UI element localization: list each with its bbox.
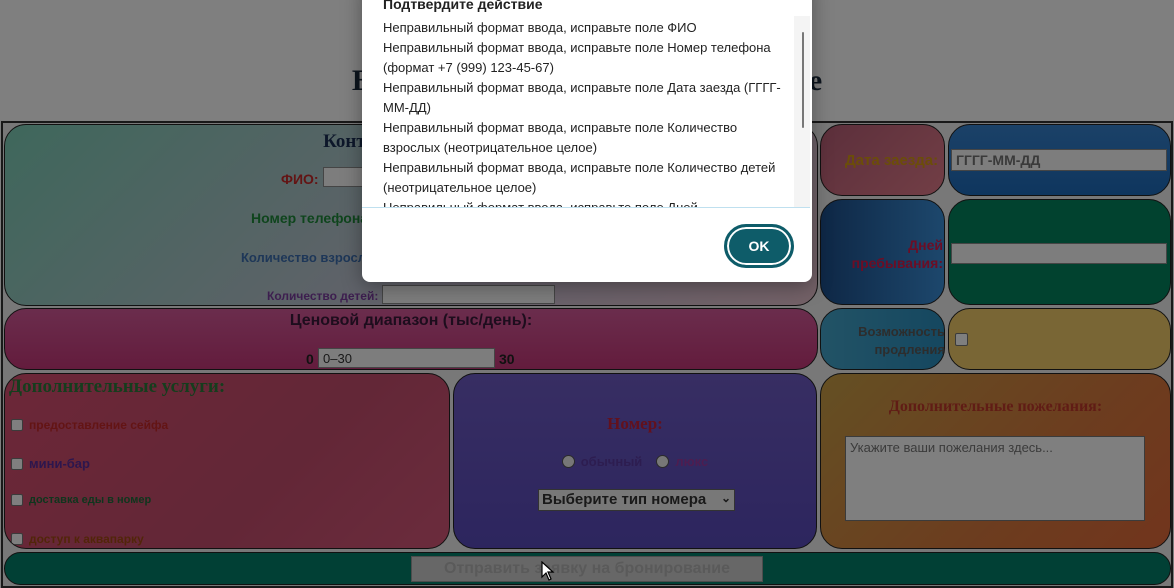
- dialog-message: Неправильный формат ввода, исправьте пол…: [383, 20, 697, 35]
- confirm-dialog: Подтвердите действие Неправильный формат…: [362, 0, 812, 282]
- dialog-message: Неправильный формат ввода, исправьте пол…: [383, 80, 781, 115]
- dialog-message-list: Неправильный формат ввода, исправьте пол…: [383, 18, 783, 208]
- dialog-message: Неправильный формат ввода, исправьте пол…: [383, 200, 698, 208]
- dialog-scrollbar-thumb[interactable]: [802, 32, 804, 128]
- mouse-cursor-icon: [541, 561, 555, 581]
- dialog-message: Неправильный формат ввода, исправьте пол…: [383, 160, 776, 195]
- dialog-scrollbar[interactable]: [794, 16, 810, 207]
- dialog-message: Неправильный формат ввода, исправьте пол…: [383, 120, 738, 155]
- ok-button[interactable]: OK: [724, 224, 794, 268]
- dialog-body: Неправильный формат ввода, исправьте пол…: [362, 16, 810, 208]
- dialog-message: Неправильный формат ввода, исправьте пол…: [383, 40, 771, 75]
- dialog-title: Подтвердите действие: [383, 0, 543, 12]
